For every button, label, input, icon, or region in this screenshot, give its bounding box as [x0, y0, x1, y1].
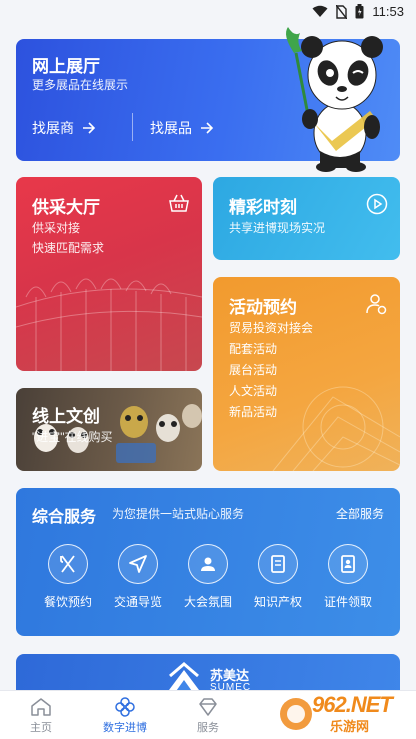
hall-title: 网上展厅 [32, 57, 100, 76]
nav-home[interactable]: 主页 [1, 697, 81, 735]
creative-title: 线上文创 [32, 407, 100, 426]
activity-item[interactable]: 贸易投资对接会 [229, 319, 313, 336]
supply-line-1: 供采对接 [32, 221, 81, 235]
service-traffic-guide[interactable]: 交通导览 [103, 544, 173, 610]
arrow-right-icon [201, 122, 214, 134]
moments-subtitle: 共享进博现场实况 [229, 221, 326, 235]
service-credential-pickup[interactable]: 证件领取 [313, 544, 383, 610]
supply-procurement-hall-card[interactable]: 供采大厅 供采对接 快速匹配需求 [16, 177, 202, 371]
nav-services[interactable]: 服务 [168, 697, 248, 735]
panda-mascot-illustration [286, 27, 383, 172]
watermark-text: 962.NET [312, 692, 393, 717]
id-card-icon [341, 555, 355, 573]
no-sim-icon [336, 4, 348, 19]
find-exhibit-link[interactable]: 找展品 [150, 118, 214, 138]
wifi-icon [312, 5, 328, 17]
nav-digital-ciie-label: 数字进博 [103, 722, 147, 734]
clover-icon [115, 697, 135, 717]
diamond-icon [199, 698, 217, 716]
shopping-basket-icon [169, 194, 189, 212]
play-icon [366, 193, 388, 215]
nav-home-label: 主页 [30, 722, 52, 734]
activity-item[interactable]: 人文活动 [229, 382, 277, 399]
creative-subtitle: "进宝"在线购买 [32, 430, 113, 444]
online-creative-card[interactable]: 线上文创 "进宝"在线购买 [16, 388, 202, 471]
online-exhibition-hall-card[interactable]: 网上展厅 更多展品在线展示 找展商 找展品 [16, 27, 400, 172]
battery-icon [355, 4, 364, 19]
service-icon-circle [118, 544, 158, 584]
find-exhibit-label: 找展品 [150, 120, 192, 136]
service-dining-reservation[interactable]: 餐饮预约 [33, 544, 103, 610]
activity-title: 活动预约 [229, 298, 297, 317]
service-label: 证件领取 [323, 595, 372, 609]
find-exhibitor-label: 找展商 [32, 120, 74, 136]
book-icon [271, 555, 285, 573]
user-settings-icon [366, 294, 387, 315]
hall-link-divider [132, 113, 133, 141]
service-icon-circle [48, 544, 88, 584]
service-label: 交通导览 [113, 595, 162, 609]
nav-services-label: 服务 [197, 722, 219, 734]
service-icon-circle [328, 544, 368, 584]
moments-title: 精彩时刻 [229, 198, 297, 217]
all-services-link[interactable]: 全部服务 [336, 505, 384, 522]
comprehensive-services-card: 综合服务 为您提供一站式贴心服务 全部服务 餐饮预约 交通导览 大会氛围 知识产… [16, 488, 400, 636]
service-icon-circle [188, 544, 228, 584]
status-time: 11:53 [372, 4, 404, 19]
activity-item[interactable]: 新品活动 [229, 403, 277, 420]
services-description: 为您提供一站式贴心服务 [112, 507, 245, 521]
service-icon-circle [258, 544, 298, 584]
services-title: 综合服务 [32, 509, 97, 526]
hall-subtitle: 更多展品在线展示 [32, 78, 129, 92]
person-badge-icon [201, 557, 215, 571]
status-icons: 11:53 [312, 4, 404, 19]
service-intellectual-property[interactable]: 知识产权 [243, 544, 313, 610]
utensils-icon [60, 555, 75, 573]
activity-booking-card[interactable]: 活动预约 贸易投资对接会 配套活动 展台活动 人文活动 新品活动 [213, 277, 400, 471]
supply-title: 供采大厅 [32, 198, 100, 217]
watermark-subtext: 乐游网 [330, 719, 370, 734]
supply-line-2: 快速匹配需求 [32, 241, 105, 255]
home-icon [31, 698, 51, 716]
service-label: 知识产权 [253, 595, 302, 609]
status-bar: 11:53 [0, 0, 416, 24]
find-exhibitor-link[interactable]: 找展商 [32, 118, 96, 138]
nav-digital-ciie[interactable]: 数字进博 [85, 697, 165, 735]
service-label: 大会氛围 [183, 595, 232, 609]
service-label: 餐饮预约 [43, 595, 92, 609]
highlights-card[interactable]: 精彩时刻 共享进博现场实况 [213, 177, 400, 260]
navigation-arrow-icon [129, 555, 147, 573]
activity-item[interactable]: 配套活动 [229, 340, 277, 357]
activity-item[interactable]: 展台活动 [229, 361, 277, 378]
service-event-atmosphere[interactable]: 大会氛围 [173, 544, 243, 610]
arrow-right-icon [83, 122, 96, 134]
